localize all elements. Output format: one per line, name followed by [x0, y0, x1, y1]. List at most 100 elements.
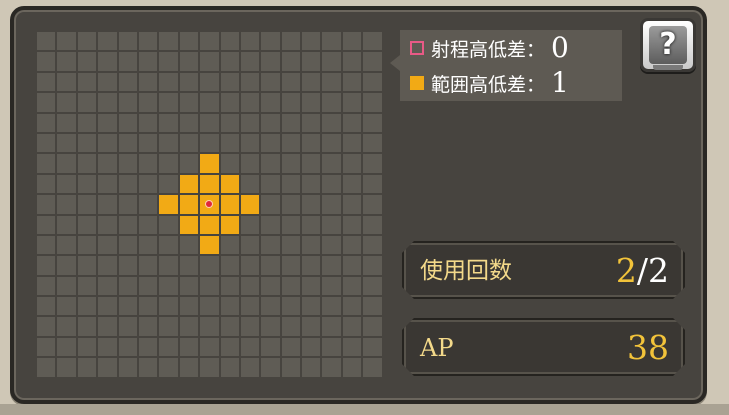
range-grid [37, 32, 382, 377]
grid-cell-active [179, 174, 199, 194]
grid-cell [98, 133, 117, 153]
grid-cell-active [179, 215, 199, 234]
grid-cell [98, 358, 117, 377]
bottom-strip [0, 404, 729, 415]
grid-cell [342, 337, 362, 357]
grid-cell [98, 52, 117, 71]
grid-cell [179, 133, 199, 153]
grid-cell [57, 317, 76, 336]
grid-cell [261, 93, 280, 112]
usage-slash: / [636, 251, 648, 290]
grid-cell-active [240, 195, 260, 214]
range-height-row: 射程高低差： 0 [410, 33, 569, 63]
grid-cell [342, 256, 362, 275]
grid-cell [322, 317, 341, 336]
grid-cell [37, 195, 56, 214]
grid-cell [302, 358, 321, 377]
grid-cell [261, 52, 280, 71]
grid-cell [363, 235, 382, 255]
grid-cell [200, 337, 219, 357]
grid-cell [240, 133, 260, 153]
grid-cell [342, 297, 362, 316]
grid-cell [98, 154, 117, 173]
grid-cell [98, 215, 117, 234]
grid-cell [77, 93, 97, 112]
grid-cell [322, 154, 341, 173]
grid-cell [57, 154, 76, 173]
grid-cell [240, 32, 260, 51]
grid-cell [179, 276, 199, 296]
grid-cell [57, 93, 76, 112]
grid-cell [220, 276, 239, 296]
grid-cell [342, 133, 362, 153]
grid-cell [281, 52, 301, 71]
grid-cell [363, 215, 382, 234]
grid-cell [220, 72, 239, 92]
grid-cell [322, 256, 341, 275]
grid-cell [159, 235, 178, 255]
grid-cell [57, 195, 76, 214]
grid-cell [240, 215, 260, 234]
grid-cell [179, 317, 199, 336]
grid-cell [342, 215, 362, 234]
grid-cell [261, 256, 280, 275]
grid-cell [77, 317, 97, 336]
grid-cell [138, 358, 158, 377]
grid-cell [77, 72, 97, 92]
grid-cell [281, 276, 301, 296]
grid-cell [138, 195, 158, 214]
grid-cell [302, 215, 321, 234]
grid-cell [322, 72, 341, 92]
help-button[interactable]: ? [640, 18, 696, 72]
grid-cell [57, 174, 76, 194]
grid-cell [159, 32, 178, 51]
grid-cell [37, 358, 56, 377]
grid-cell [281, 195, 301, 214]
grid-cell [138, 256, 158, 275]
grid-cell [138, 154, 158, 173]
grid-cell [138, 317, 158, 336]
grid-cell [118, 195, 137, 214]
grid-cell [77, 276, 97, 296]
grid-cell [118, 317, 137, 336]
grid-cell [98, 256, 117, 275]
grid-cell [261, 154, 280, 173]
grid-cell [118, 52, 137, 71]
grid-cell [240, 52, 260, 71]
grid-cell [363, 133, 382, 153]
grid-cell [363, 113, 382, 132]
grid-cell [220, 154, 239, 173]
grid-cell [261, 113, 280, 132]
grid-cell [220, 297, 239, 316]
grid-cell [240, 113, 260, 132]
grid-cell [322, 52, 341, 71]
grid-cell [179, 297, 199, 316]
grid-cell-active [200, 215, 219, 234]
grid-cell [342, 358, 362, 377]
grid-cell [77, 358, 97, 377]
grid-cell [118, 276, 137, 296]
grid-cell [159, 215, 178, 234]
grid-cell [37, 317, 56, 336]
grid-cell [37, 276, 56, 296]
grid-cell [322, 235, 341, 255]
grid-cell [342, 52, 362, 71]
grid-cell [261, 32, 280, 51]
grid-cell-active [200, 154, 219, 173]
grid-cell [200, 32, 219, 51]
grid-cell [302, 337, 321, 357]
grid-cell [281, 174, 301, 194]
grid-cell [98, 235, 117, 255]
grid-cell [118, 32, 137, 51]
grid-cell [220, 337, 239, 357]
grid-cell [342, 32, 362, 51]
grid-cell [261, 72, 280, 92]
grid-cell [240, 93, 260, 112]
grid-cell [37, 154, 56, 173]
grid-cell [159, 256, 178, 275]
grid-cell [98, 174, 117, 194]
grid-cell [240, 337, 260, 357]
grid-cell [302, 195, 321, 214]
grid-cell [159, 174, 178, 194]
grid-cell [77, 215, 97, 234]
